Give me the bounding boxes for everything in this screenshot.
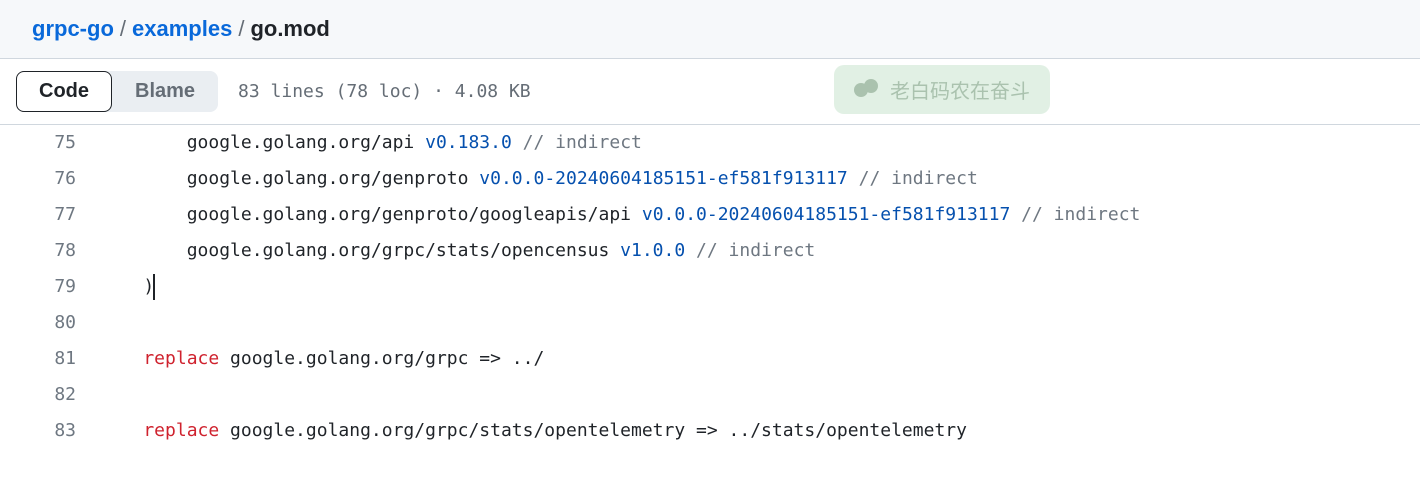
tab-code[interactable]: Code xyxy=(16,71,112,112)
text-cursor xyxy=(153,274,155,299)
line-content[interactable]: google.golang.org/api v0.183.0 // indire… xyxy=(100,125,1420,161)
line-content[interactable]: google.golang.org/grpc/stats/opencensus … xyxy=(100,233,1420,269)
breadcrumb: grpc-go / examples / go.mod xyxy=(32,16,1404,42)
line-number[interactable]: 83 xyxy=(0,413,100,449)
wechat-icon xyxy=(854,79,882,101)
code-line[interactable]: 79 ) xyxy=(0,269,1420,305)
line-content[interactable] xyxy=(100,377,1420,413)
line-content[interactable]: replace google.golang.org/grpc/stats/ope… xyxy=(100,413,1420,449)
code-line[interactable]: 78 google.golang.org/grpc/stats/opencens… xyxy=(0,233,1420,269)
line-content[interactable]: replace google.golang.org/grpc => ../ xyxy=(100,341,1420,377)
line-number[interactable]: 78 xyxy=(0,233,100,269)
line-number[interactable]: 76 xyxy=(0,161,100,197)
breadcrumb-repo-link[interactable]: grpc-go xyxy=(32,16,114,42)
line-content[interactable]: google.golang.org/genproto v0.0.0-202406… xyxy=(100,161,1420,197)
line-number[interactable]: 79 xyxy=(0,269,100,305)
view-tabs: Code Blame xyxy=(16,71,218,112)
code-view[interactable]: 75 google.golang.org/api v0.183.0 // ind… xyxy=(0,125,1420,449)
line-number[interactable]: 82 xyxy=(0,377,100,413)
file-info: 83 lines (78 loc) · 4.08 KB xyxy=(238,81,531,102)
line-content[interactable]: google.golang.org/genproto/googleapis/ap… xyxy=(100,197,1420,233)
line-number[interactable]: 81 xyxy=(0,341,100,377)
line-content[interactable] xyxy=(100,305,1420,341)
header: grpc-go / examples / go.mod xyxy=(0,0,1420,59)
breadcrumb-separator: / xyxy=(120,16,126,42)
code-line[interactable]: 75 google.golang.org/api v0.183.0 // ind… xyxy=(0,125,1420,161)
code-line[interactable]: 83 replace google.golang.org/grpc/stats/… xyxy=(0,413,1420,449)
watermark-text: 老白码农在奋斗 xyxy=(890,75,1030,104)
code-line[interactable]: 82 xyxy=(0,377,1420,413)
code-line[interactable]: 77 google.golang.org/genproto/googleapis… xyxy=(0,197,1420,233)
breadcrumb-separator: / xyxy=(238,16,244,42)
line-content[interactable]: ) xyxy=(100,269,1420,305)
code-line[interactable]: 80 xyxy=(0,305,1420,341)
tab-blame[interactable]: Blame xyxy=(112,71,218,112)
code-line[interactable]: 81 replace google.golang.org/grpc => ../ xyxy=(0,341,1420,377)
code-line[interactable]: 76 google.golang.org/genproto v0.0.0-202… xyxy=(0,161,1420,197)
breadcrumb-current-file: go.mod xyxy=(250,16,329,42)
file-toolbar: Code Blame 83 lines (78 loc) · 4.08 KB 老… xyxy=(0,59,1420,125)
line-number[interactable]: 77 xyxy=(0,197,100,233)
line-number[interactable]: 80 xyxy=(0,305,100,341)
breadcrumb-folder-link[interactable]: examples xyxy=(132,16,232,42)
watermark-badge: 老白码农在奋斗 xyxy=(834,65,1050,114)
line-number[interactable]: 75 xyxy=(0,125,100,161)
